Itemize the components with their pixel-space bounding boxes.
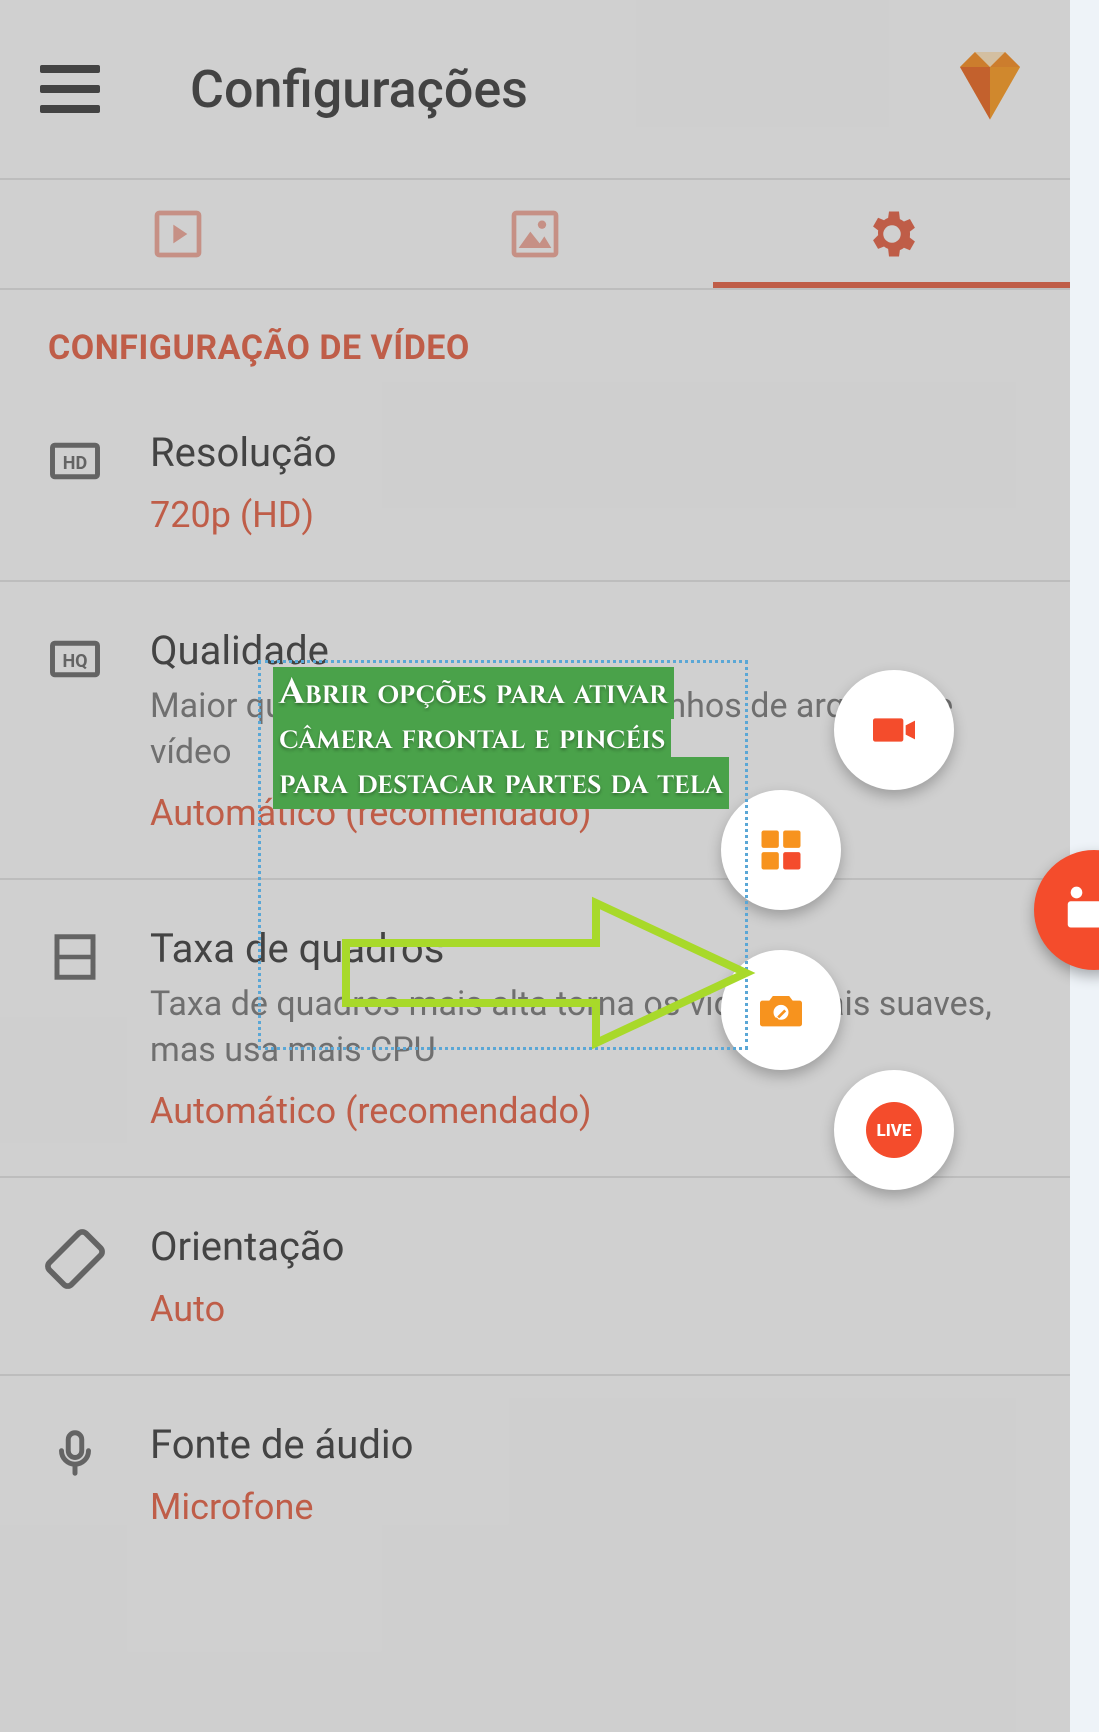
row-value: 720p (HD)	[150, 494, 1030, 536]
tab-bar	[0, 180, 1070, 290]
row-value: Auto	[150, 1288, 1030, 1330]
mic-icon	[40, 1426, 110, 1480]
play-box-icon	[150, 206, 206, 262]
fab-live[interactable]: LIVE	[834, 1070, 954, 1190]
row-title: Fonte de áudio	[150, 1420, 1030, 1470]
row-orientation[interactable]: Orientação Auto	[0, 1178, 1070, 1376]
fab-record[interactable]	[834, 670, 954, 790]
svg-text:HD: HD	[63, 453, 87, 474]
row-title: Resolução	[150, 428, 1030, 478]
premium-diamond-icon[interactable]	[950, 47, 1030, 131]
page-title: Configurações	[190, 59, 950, 120]
tab-settings[interactable]	[713, 180, 1070, 288]
app-header: Configurações	[0, 0, 1070, 180]
row-title: Orientação	[150, 1222, 1030, 1272]
camera-tools-icon	[753, 982, 809, 1038]
hd-icon: HD	[40, 434, 110, 488]
grid-apps-icon	[755, 824, 807, 876]
hq-icon: HQ	[40, 632, 110, 686]
videocam-icon	[866, 702, 922, 758]
recorder-cam-icon	[1059, 875, 1099, 945]
tab-images[interactable]	[357, 180, 714, 288]
menu-icon[interactable]	[40, 65, 100, 113]
rotate-icon	[40, 1228, 110, 1290]
row-value: Microfone	[150, 1486, 1030, 1528]
row-title: Taxa de quadros	[150, 924, 1030, 974]
svg-text:LIVE: LIVE	[877, 1121, 912, 1141]
row-desc: Taxa de quadros mais alta torna os vídeo…	[150, 982, 1030, 1074]
live-badge-icon: LIVE	[859, 1095, 929, 1165]
svg-text:HQ: HQ	[62, 651, 87, 672]
section-video-config: CONFIGURAÇÃO DE VÍDEO	[0, 290, 1070, 384]
fab-tools[interactable]	[721, 950, 841, 1070]
filmstrip-icon	[40, 930, 110, 984]
gear-icon	[862, 204, 922, 264]
image-box-icon	[507, 206, 563, 262]
tab-videos[interactable]	[0, 180, 357, 288]
row-resolution[interactable]: HD Resolução 720p (HD)	[0, 384, 1070, 582]
row-audio-source[interactable]: Fonte de áudio Microfone	[0, 1376, 1070, 1572]
row-title: Qualidade	[150, 626, 1030, 676]
fab-apps[interactable]	[721, 790, 841, 910]
row-value: Automático (recomendado)	[150, 792, 1030, 834]
